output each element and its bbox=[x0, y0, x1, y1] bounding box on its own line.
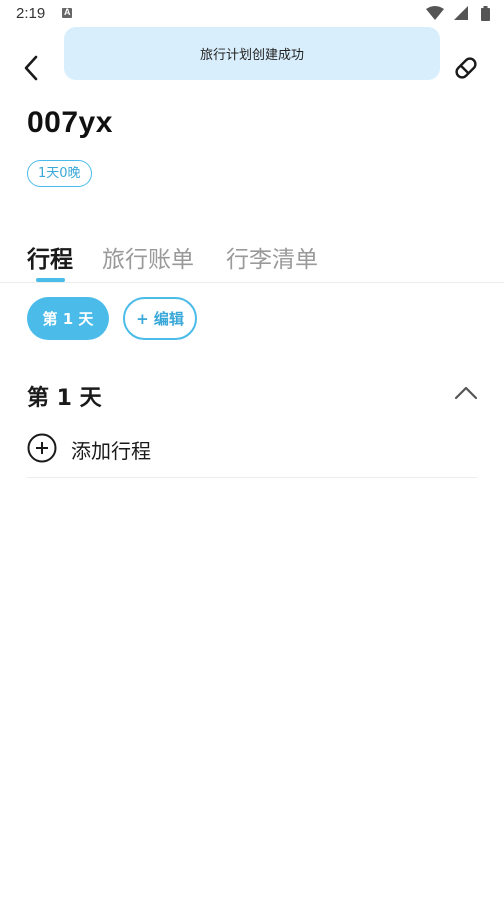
day-section-title: 第 1 天 bbox=[27, 386, 102, 411]
add-itinerary-label: 添加行程 bbox=[71, 439, 151, 463]
day-1-pill[interactable]: 第 1 天 bbox=[27, 297, 109, 340]
trip-title: 007yx bbox=[27, 106, 113, 139]
tab-packing-list[interactable]: 行李清单 bbox=[226, 240, 318, 274]
duration-badge: 1天0晚 bbox=[27, 160, 92, 187]
edit-plan-button[interactable] bbox=[452, 54, 480, 82]
signal-icon bbox=[454, 6, 468, 20]
wifi-icon bbox=[426, 6, 444, 20]
status-time: 2:19 bbox=[16, 5, 46, 22]
edit-days-button[interactable]: + 编辑 bbox=[123, 297, 197, 340]
chevron-up-icon[interactable] bbox=[454, 383, 478, 403]
status-bar: 2:19 bbox=[0, 0, 504, 28]
battery-icon bbox=[481, 6, 490, 21]
back-button[interactable] bbox=[18, 54, 46, 82]
success-toast: 旅行计划创建成功 bbox=[64, 27, 440, 80]
tab-travel-bill[interactable]: 旅行账单 bbox=[102, 240, 194, 274]
eraser-icon bbox=[455, 57, 477, 79]
active-tab-indicator bbox=[36, 278, 65, 282]
add-itinerary-button[interactable]: 添加行程 bbox=[27, 432, 477, 478]
a-badge-icon bbox=[62, 7, 72, 18]
tab-itinerary[interactable]: 行程 bbox=[27, 240, 73, 274]
tab-bar: 行程 旅行账单 行李清单 bbox=[0, 236, 504, 283]
chevron-left-icon bbox=[24, 55, 38, 81]
plus-circle-icon bbox=[27, 433, 57, 463]
